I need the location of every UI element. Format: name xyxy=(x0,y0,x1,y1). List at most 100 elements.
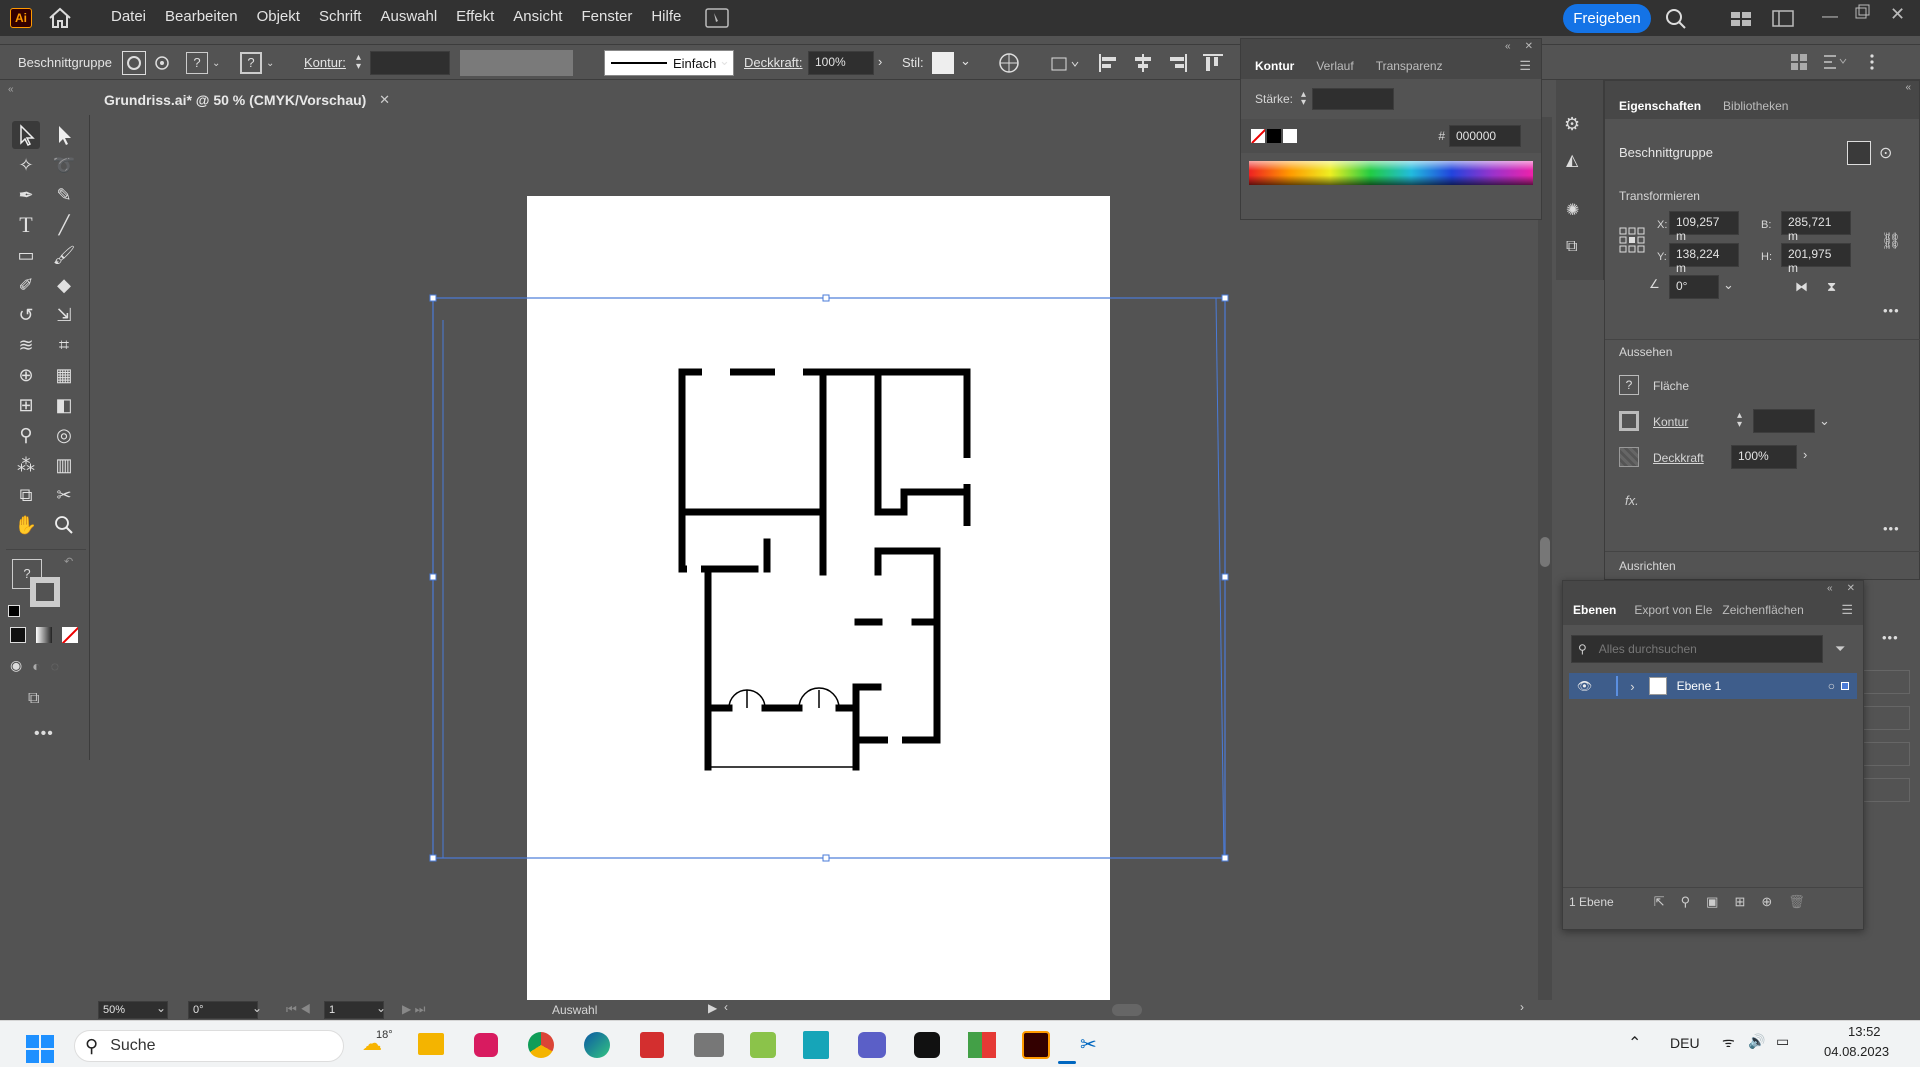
tab-kontur[interactable]: Kontur xyxy=(1255,59,1294,73)
default-colors-icon[interactable] xyxy=(8,605,20,617)
chevron-down-icon[interactable]: ⌄ xyxy=(1723,277,1734,293)
blend-tool-icon[interactable]: ◎ xyxy=(50,421,78,449)
close-window-icon[interactable]: ✕ xyxy=(1890,4,1905,25)
first-artboard-icon[interactable]: ⏮ ◀ xyxy=(286,1002,311,1017)
gradient-panel-icon[interactable]: ◭ xyxy=(1566,150,1578,170)
search-icon[interactable] xyxy=(1665,8,1687,30)
rotate-angle-icon[interactable]: ∠ xyxy=(1649,277,1660,291)
x-field[interactable]: 109,257 m xyxy=(1669,211,1739,243)
zoom-tool-icon[interactable] xyxy=(50,511,78,539)
target-icon[interactable]: ⊙ xyxy=(1879,143,1892,163)
graphic-style-swatch[interactable] xyxy=(932,52,954,74)
teams-icon[interactable] xyxy=(858,1032,886,1058)
height-field[interactable]: 201,975 m xyxy=(1781,243,1851,275)
color-spectrum[interactable] xyxy=(1249,161,1533,185)
column-graph-tool-icon[interactable]: ▥ xyxy=(50,451,78,479)
fx-label[interactable]: fx. xyxy=(1625,493,1639,508)
app-icon[interactable] xyxy=(968,1032,996,1058)
lasso-tool-icon[interactable]: ➰ xyxy=(50,151,78,179)
vertical-scrollbar[interactable] xyxy=(1538,117,1552,1000)
arrange-documents-icon[interactable] xyxy=(705,8,729,28)
hex-color-field[interactable]: 000000 xyxy=(1449,125,1521,147)
app-icon[interactable] xyxy=(914,1032,940,1058)
windows-start-icon[interactable] xyxy=(26,1035,54,1063)
tab-verlauf[interactable]: Verlauf xyxy=(1316,59,1353,73)
gradient-tool-icon[interactable]: ◧ xyxy=(50,391,78,419)
selection-bounding-box[interactable] xyxy=(427,290,1233,864)
panels-icon[interactable] xyxy=(1772,10,1794,27)
direct-selection-tool-icon[interactable] xyxy=(50,121,78,149)
chevron-down-icon[interactable]: ⌄ xyxy=(156,1001,166,1015)
chevron-down-icon[interactable]: ⌄ xyxy=(376,1001,386,1015)
status-menu-icon[interactable]: ▶ xyxy=(708,1001,717,1015)
chevron-down-icon[interactable]: ⌄ xyxy=(719,53,730,69)
app-icon[interactable] xyxy=(750,1032,776,1058)
rotation-field[interactable]: 0° xyxy=(1669,275,1719,299)
creative-cloud-icon[interactable] xyxy=(474,1033,498,1057)
stroke-weight-input[interactable] xyxy=(1312,88,1395,110)
close-panel-icon[interactable]: ✕ xyxy=(1525,41,1533,52)
scrollbar-thumb[interactable] xyxy=(1540,537,1550,567)
language-indicator[interactable]: DEU xyxy=(1670,1035,1700,1051)
recolor-artwork-icon[interactable] xyxy=(998,52,1020,74)
pen-tool-icon[interactable]: ✒ xyxy=(12,181,40,209)
collapse-toolbar-icon[interactable]: « xyxy=(0,84,90,95)
fill-swatch[interactable]: ? ⌄ xyxy=(186,52,220,74)
warp-tool-icon[interactable]: ≋ xyxy=(12,331,40,359)
align-right-icon[interactable] xyxy=(1166,53,1188,73)
menu-fenster[interactable]: Fenster xyxy=(581,8,632,25)
locate-object-icon[interactable]: ⚲ xyxy=(1681,894,1691,910)
new-sublayer-icon[interactable]: ⊞ xyxy=(1734,894,1745,910)
stroke-weight-stepper[interactable]: ▴ ▾ xyxy=(1737,411,1742,430)
rectangle-tool-icon[interactable]: ▭ xyxy=(12,241,40,269)
acrobat-icon[interactable] xyxy=(640,1032,664,1058)
chrome-icon[interactable] xyxy=(528,1032,554,1058)
menu-hilfe[interactable]: Hilfe xyxy=(651,8,681,25)
chevron-down-icon[interactable]: ⌄ xyxy=(1819,413,1830,429)
minimize-icon[interactable]: — xyxy=(1822,8,1838,26)
tab-zeichenflaechen[interactable]: Zeichenflächen xyxy=(1722,603,1803,617)
brush-definition-dropdown[interactable]: Einfach xyxy=(604,50,734,76)
stroke-swatch[interactable]: ? ⌄ xyxy=(240,52,274,74)
swap-fill-stroke-icon[interactable]: ↶ xyxy=(64,555,73,568)
opacity-field[interactable]: 100% xyxy=(808,51,874,75)
type-tool-icon[interactable]: T xyxy=(12,211,40,239)
target-circle-icon[interactable]: ○ xyxy=(1828,679,1835,693)
selection-indicator[interactable] xyxy=(1841,682,1849,690)
share-button[interactable]: Freigeben xyxy=(1563,4,1651,33)
mesh-tool-icon[interactable]: ⊞ xyxy=(12,391,40,419)
more-align-options-icon[interactable]: ••• xyxy=(1882,630,1899,645)
clock-time[interactable]: 13:52 xyxy=(1848,1024,1881,1039)
stroke-label[interactable]: Kontur xyxy=(1653,415,1688,429)
fill-stroke-swatches[interactable]: ? ↶ xyxy=(8,555,73,617)
draw-behind-icon[interactable]: ◐ xyxy=(32,658,40,674)
close-document-icon[interactable]: ✕ xyxy=(379,92,390,108)
shape-builder-tool-icon[interactable]: ⊕ xyxy=(12,361,40,389)
clipping-mask-icon[interactable]: ▣ xyxy=(1706,894,1718,910)
restore-icon[interactable] xyxy=(1855,4,1871,20)
expand-chevron-icon[interactable]: › xyxy=(1630,679,1634,694)
curvature-tool-icon[interactable]: ✎ xyxy=(50,181,78,209)
more-options-icon[interactable] xyxy=(1862,53,1882,71)
slice-tool-icon[interactable]: ✂ xyxy=(50,481,78,509)
menu-schrift[interactable]: Schrift xyxy=(319,8,362,25)
new-layer-icon[interactable]: ⊕ xyxy=(1761,894,1772,910)
align-left-icon[interactable] xyxy=(1098,53,1120,73)
variable-width-profile[interactable] xyxy=(460,50,573,76)
illustrator-taskbar-icon[interactable] xyxy=(1022,1031,1050,1059)
chevron-down-icon[interactable]: ⌄ xyxy=(252,1001,262,1015)
free-transform-tool-icon[interactable]: ⌗ xyxy=(50,331,78,359)
workspace-icon[interactable] xyxy=(1730,11,1752,27)
tab-export[interactable]: Export von Ele xyxy=(1634,603,1712,617)
collapse-panel-icon[interactable]: « xyxy=(1827,583,1833,594)
menu-effekt[interactable]: Effekt xyxy=(456,8,494,25)
selection-tool-icon[interactable] xyxy=(12,121,40,149)
home-icon[interactable] xyxy=(48,7,72,29)
eyedropper-tool-icon[interactable]: ⚲ xyxy=(12,421,40,449)
menu-objekt[interactable]: Objekt xyxy=(257,8,300,25)
collapse-panel-icon[interactable]: « xyxy=(1505,41,1511,52)
transform-each-icon[interactable] xyxy=(1790,53,1808,71)
tab-eigenschaften[interactable]: Eigenschaften xyxy=(1619,99,1701,113)
constrain-proportions-icon[interactable]: ⛓ xyxy=(1881,231,1901,251)
brushes-panel-icon[interactable]: ✺ xyxy=(1566,200,1579,220)
